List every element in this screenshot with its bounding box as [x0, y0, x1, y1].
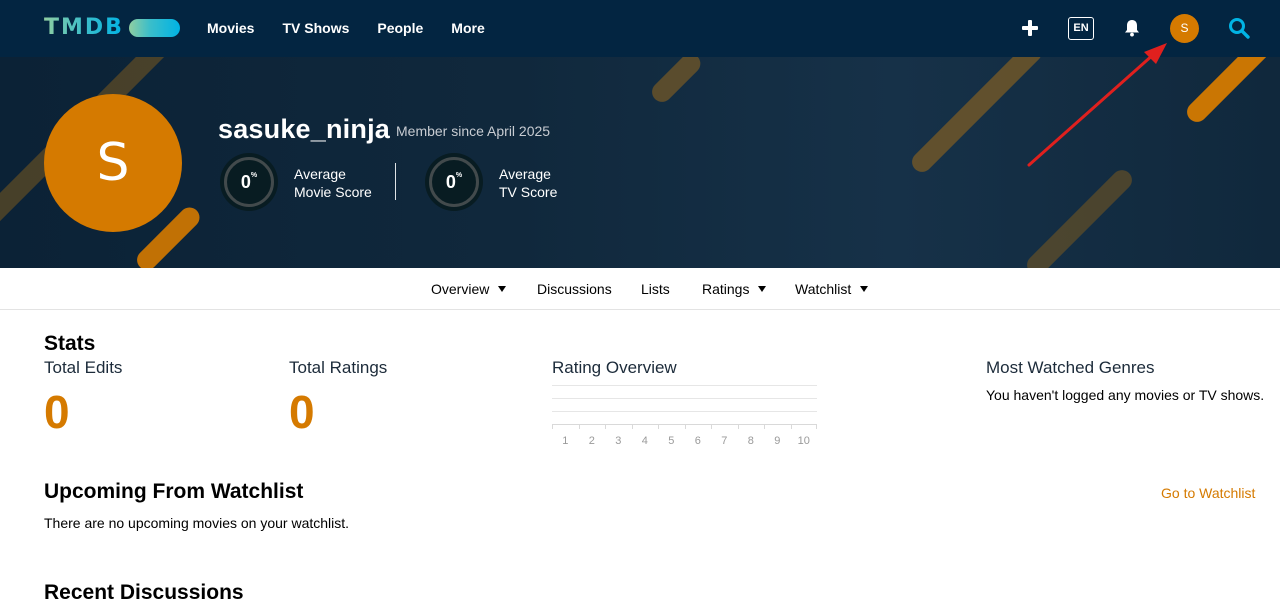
rating-tick-label: 8 — [747, 435, 754, 447]
score-divider — [395, 163, 396, 200]
caret-down-icon — [860, 286, 869, 292]
tv-score-unit: % — [455, 172, 463, 179]
chart-tick — [552, 424, 553, 429]
subnav-ratings[interactable]: Ratings — [702, 281, 767, 298]
profile-avatar[interactable]: S — [44, 94, 182, 232]
stats-title: Stats — [44, 332, 96, 355]
chart-tick — [816, 424, 817, 429]
rating-overview-label: Rating Overview — [552, 358, 677, 377]
logo-text: TMDB — [44, 15, 124, 40]
subnav-watchlist[interactable]: Watchlist — [795, 281, 869, 298]
genres-empty-message: You haven't logged any movies or TV show… — [986, 387, 1265, 403]
top-navigation: TMDB Movies TV Shows People More EN S — [0, 0, 1280, 57]
chart-tick — [711, 424, 712, 429]
logo-pill — [128, 19, 180, 37]
rating-tick-label: 3 — [615, 435, 622, 447]
total-edits-value: 0 — [44, 386, 70, 438]
profile-username: sasuke_ninja — [218, 114, 390, 144]
rating-tick-label: 4 — [641, 435, 648, 447]
nav-more[interactable]: More — [451, 20, 484, 37]
chart-gridline — [552, 398, 817, 399]
caret-down-icon — [498, 286, 507, 292]
movie-score-ring: 0% — [220, 153, 278, 211]
chart-tick — [658, 424, 659, 429]
rating-tick-label: 6 — [694, 435, 701, 447]
search-icon[interactable] — [1228, 17, 1250, 39]
tv-score-label: Average TV Score — [499, 165, 557, 201]
subnav-lists[interactable]: Lists — [641, 281, 670, 298]
total-ratings-label: Total Ratings — [289, 358, 388, 377]
profile-header: S sasuke_ninja Member since April 2025 0… — [0, 57, 1280, 268]
movie-score-label-line1: Average — [294, 166, 346, 182]
tv-score-label-line1: Average — [499, 166, 551, 182]
upcoming-title: Upcoming From Watchlist — [44, 480, 304, 503]
nav-people[interactable]: People — [377, 20, 423, 37]
rating-tick-label: 1 — [562, 435, 569, 447]
decor-stripe — [647, 57, 705, 107]
member-since: Member since April 2025 — [396, 123, 551, 139]
main-menu: Movies TV Shows People More — [207, 20, 513, 37]
decor-stripe — [1022, 165, 1137, 268]
movie-score-number: 0 — [240, 172, 251, 192]
recent-discussions-title: Recent Discussions — [44, 581, 244, 604]
decor-stripe — [907, 57, 1046, 177]
tv-score-value: 0% — [425, 153, 483, 211]
total-edits-label: Total Edits — [44, 358, 123, 377]
subnav-watchlist-label: Watchlist — [795, 281, 852, 297]
profile-subnav: Overview Discussions Lists Ratings Watch… — [0, 268, 1280, 310]
rating-tick-label: 5 — [668, 435, 675, 447]
movie-score-label: Average Movie Score — [294, 165, 372, 201]
language-button[interactable]: EN — [1068, 17, 1094, 40]
bell-icon[interactable] — [1124, 19, 1140, 37]
rating-tick-label: 2 — [588, 435, 595, 447]
decor-stripe — [1182, 57, 1275, 127]
user-avatar-button[interactable]: S — [1170, 14, 1199, 43]
rating-tick-label: 7 — [721, 435, 728, 447]
upcoming-empty-message: There are no upcoming movies on your wat… — [44, 515, 350, 531]
total-ratings-value: 0 — [289, 386, 315, 438]
tv-score-label-line2: TV Score — [499, 184, 558, 200]
caret-down-icon — [758, 286, 767, 292]
subnav-overview[interactable]: Overview — [431, 281, 507, 298]
subnav-discussions[interactable]: Discussions — [537, 281, 612, 298]
movie-score-label-line2: Movie Score — [294, 184, 372, 200]
subnav-overview-label: Overview — [431, 281, 490, 297]
go-to-watchlist-link[interactable]: Go to Watchlist — [1161, 485, 1255, 502]
nav-movies[interactable]: Movies — [207, 20, 254, 37]
tmdb-logo[interactable]: TMDB — [44, 17, 180, 39]
rating-tick-label: 9 — [774, 435, 781, 447]
rating-tick-label: 10 — [797, 435, 810, 447]
nav-tv-shows[interactable]: TV Shows — [282, 20, 349, 37]
tv-score-ring: 0% — [425, 153, 483, 211]
plus-icon[interactable] — [1022, 20, 1038, 36]
chart-tick — [684, 424, 686, 429]
chart-tick — [578, 424, 580, 429]
chart-tick — [764, 424, 765, 429]
chart-tick — [790, 424, 792, 429]
chart-tick — [737, 424, 739, 429]
chart-tick — [605, 424, 606, 429]
chart-tick — [631, 424, 633, 429]
chart-gridline — [552, 411, 817, 412]
most-watched-genres-label: Most Watched Genres — [986, 358, 1155, 377]
subnav-ratings-label: Ratings — [702, 281, 750, 297]
tv-score-number: 0 — [445, 172, 456, 192]
movie-score-unit: % — [250, 172, 258, 179]
movie-score-value: 0% — [220, 153, 278, 211]
chart-gridline — [552, 385, 817, 386]
